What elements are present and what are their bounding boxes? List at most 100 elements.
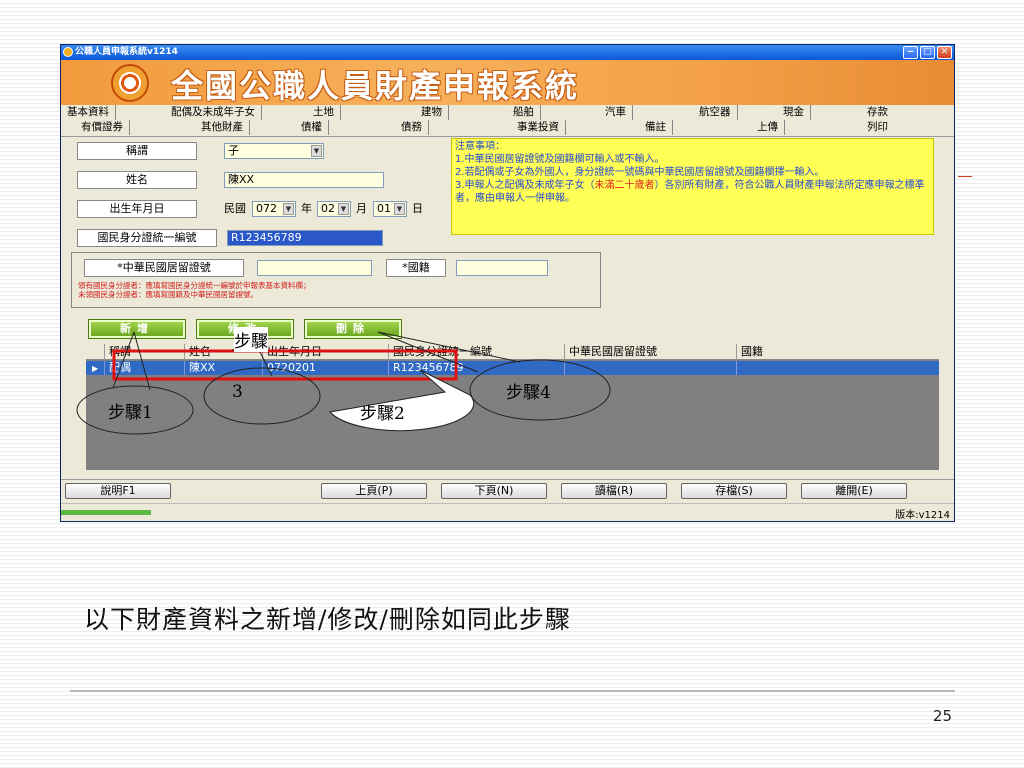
col-birth-date[interactable]: 出生年月日 bbox=[262, 344, 388, 360]
cell-relation[interactable]: 配偶 bbox=[104, 361, 184, 375]
note-3-emphasis: 未滿二十歲者 bbox=[594, 180, 655, 191]
id-hint-line-2: 未領國民身分證者：應填寫國籍及中華民國居留證號。 bbox=[78, 290, 258, 299]
minimize-button[interactable]: ‒ bbox=[903, 46, 918, 59]
col-nationality[interactable]: 國籍 bbox=[736, 344, 816, 360]
name-label: 姓名 bbox=[77, 171, 197, 189]
tab-spouse-children[interactable]: 配偶及未成年子女 bbox=[171, 105, 262, 120]
residence-permit-label: *中華民國居留證號 bbox=[84, 259, 244, 277]
emblem-logo-icon bbox=[111, 64, 149, 102]
tab-business-investment[interactable]: 事業投資 bbox=[517, 120, 566, 135]
cell-nationality[interactable] bbox=[736, 361, 816, 375]
col-relation[interactable]: 稱謂 bbox=[104, 344, 184, 360]
tab-row-2: 有價證券 其他財產 債權 債務 事業投資 備註 上傳 列印 bbox=[61, 120, 954, 135]
tab-debts[interactable]: 債務 bbox=[401, 120, 429, 135]
id-number-input[interactable]: R123456789 bbox=[227, 230, 383, 246]
version-label: 版本:v1214 bbox=[895, 510, 950, 521]
banner-title: 全國公職人員財產申報系統 bbox=[171, 67, 580, 105]
tab-building[interactable]: 建物 bbox=[421, 105, 449, 120]
note-1: 1.中華民國居留證號及國籍欄可輸入或不輸入。 bbox=[455, 154, 665, 165]
maximize-button[interactable]: □ bbox=[920, 46, 935, 59]
birth-year-dropdown[interactable]: 072 ▼ bbox=[252, 201, 296, 217]
tab-cash[interactable]: 現金 bbox=[783, 105, 811, 120]
nationality-input[interactable] bbox=[456, 260, 548, 276]
status-bar: 版本:v1214 bbox=[61, 503, 954, 521]
notes-heading: 注意事項： bbox=[455, 141, 505, 152]
cell-id-number[interactable]: R123456789 bbox=[388, 361, 564, 375]
year-unit: 年 bbox=[301, 202, 312, 215]
month-unit: 月 bbox=[356, 202, 367, 215]
relation-label: 稱謂 bbox=[77, 142, 197, 160]
tab-bar: 基本資料 配偶及未成年子女 土地 建物 船舶 汽車 航空器 現金 存款 有價證券… bbox=[61, 105, 954, 137]
tab-upload[interactable]: 上傳 bbox=[757, 120, 785, 135]
id-hint: 領有國民身分證者：應填寫國民身分證統一編號於申報表基本資料欄； 未領國民身分證者… bbox=[78, 281, 311, 299]
birth-day-value: 01 bbox=[377, 202, 391, 215]
next-page-button[interactable]: 下頁(N) bbox=[441, 483, 547, 499]
chevron-down-icon: ▼ bbox=[394, 203, 405, 215]
col-residence-permit[interactable]: 中華民國居留證號 bbox=[564, 344, 736, 360]
window-controls: ‒ □ ✕ bbox=[903, 46, 952, 59]
window-title: 公職人員申報系統v1214 bbox=[75, 47, 178, 57]
tab-print[interactable]: 列印 bbox=[867, 120, 894, 135]
chevron-down-icon: ▼ bbox=[311, 145, 322, 157]
title-bar: 公職人員申報系統v1214 ‒ □ ✕ bbox=[61, 45, 954, 60]
cell-residence-permit[interactable] bbox=[564, 361, 736, 375]
content-area: 稱謂 子 ▼ 姓名 陳XX 出生年月日 民國 072 ▼ 年 02 ▼ 月 01… bbox=[61, 138, 954, 478]
step1-callout: 步驟1 bbox=[108, 403, 153, 423]
tab-remarks[interactable]: 備註 bbox=[645, 120, 673, 135]
birth-day-dropdown[interactable]: 01 ▼ bbox=[373, 201, 407, 217]
relation-dropdown[interactable]: 子 ▼ bbox=[224, 143, 324, 159]
relation-value: 子 bbox=[228, 144, 239, 157]
cell-birth-date[interactable]: 0720201 bbox=[262, 361, 388, 375]
tab-row-1: 基本資料 配偶及未成年子女 土地 建物 船舶 汽車 航空器 現金 存款 bbox=[61, 105, 954, 120]
tab-claims[interactable]: 債權 bbox=[301, 120, 329, 135]
tab-car[interactable]: 汽車 bbox=[605, 105, 633, 120]
page-number: 25 bbox=[932, 707, 952, 725]
table-row[interactable]: ▶ 配偶 陳XX 0720201 R123456789 bbox=[86, 361, 939, 375]
slide-divider bbox=[70, 690, 955, 692]
app-icon bbox=[63, 47, 73, 57]
read-file-button[interactable]: 讀檔(R) bbox=[561, 483, 667, 499]
step2-callout: 步驟2 bbox=[360, 404, 405, 424]
chevron-down-icon: ▼ bbox=[283, 203, 294, 215]
tab-aircraft[interactable]: 航空器 bbox=[699, 105, 738, 120]
slide-side-mark bbox=[958, 176, 972, 177]
birth-month-dropdown[interactable]: 02 ▼ bbox=[317, 201, 351, 217]
cell-name[interactable]: 陳XX bbox=[184, 361, 262, 375]
exit-button[interactable]: 離開(E) bbox=[801, 483, 907, 499]
previous-page-button[interactable]: 上頁(P) bbox=[321, 483, 427, 499]
row-selector-icon: ▶ bbox=[92, 364, 99, 373]
birth-month-value: 02 bbox=[321, 202, 335, 215]
step3-callout-number: 3 bbox=[232, 382, 243, 402]
step4-callout: 步驟4 bbox=[506, 383, 551, 403]
delete-button[interactable]: 刪除 bbox=[304, 319, 402, 339]
birth-year-value: 072 bbox=[256, 202, 277, 215]
progress-bar bbox=[61, 510, 151, 515]
help-button[interactable]: 說明F1 bbox=[65, 483, 171, 499]
tab-other-property[interactable]: 其他財產 bbox=[201, 120, 250, 135]
name-input[interactable]: 陳XX bbox=[224, 172, 384, 188]
tab-securities[interactable]: 有價證券 bbox=[81, 120, 130, 135]
add-button[interactable]: 新增 bbox=[88, 319, 186, 339]
family-data-grid: 稱謂 姓名 出生年月日 國民身分證統一編號 中華民國居留證號 國籍 ▶ 配偶 陳… bbox=[86, 344, 939, 470]
day-unit: 日 bbox=[412, 202, 423, 215]
note-2: 2.若配偶或子女為外國人，身分證統一號碼與中華民國居留證號及國籍欄擇一輸入。 bbox=[455, 167, 825, 178]
id-hint-line-1: 領有國民身分證者：應填寫國民身分證統一編號於申報表基本資料欄； bbox=[78, 281, 311, 290]
bottom-toolbar: 說明F1 上頁(P) 下頁(N) 讀檔(R) 存檔(S) 離開(E) bbox=[61, 479, 954, 501]
col-id-number[interactable]: 國民身分證統一編號 bbox=[388, 344, 564, 360]
id-number-label: 國民身分證統一編號 bbox=[77, 229, 217, 247]
residence-permit-input[interactable] bbox=[257, 260, 372, 276]
tab-land[interactable]: 土地 bbox=[313, 105, 341, 120]
chevron-down-icon: ▼ bbox=[338, 203, 349, 215]
tab-deposit[interactable]: 存款 bbox=[867, 105, 894, 120]
nationality-label: *國籍 bbox=[386, 259, 446, 277]
birth-date-label: 出生年月日 bbox=[77, 200, 197, 218]
note-3-part-a: 3.申報人之配偶及未成年子女（ bbox=[455, 180, 595, 191]
close-button[interactable]: ✕ bbox=[937, 46, 952, 59]
save-file-button[interactable]: 存檔(S) bbox=[681, 483, 787, 499]
notes-panel: 注意事項： 1.中華民國居留證號及國籍欄可輸入或不輸入。 2.若配偶或子女為外國… bbox=[451, 138, 934, 235]
foreign-id-panel: *中華民國居留證號 *國籍 領有國民身分證者：應填寫國民身分證統一編號於申報表基… bbox=[71, 252, 601, 308]
note-3: 3.申報人之配偶及未成年子女（未滿二十歲者）各別所有財產，符合公職人員財產申報法… bbox=[455, 179, 930, 205]
step3-callout-top: 步驟 bbox=[234, 327, 268, 352]
tab-basic-info[interactable]: 基本資料 bbox=[67, 105, 116, 120]
tab-ship[interactable]: 船舶 bbox=[513, 105, 541, 120]
